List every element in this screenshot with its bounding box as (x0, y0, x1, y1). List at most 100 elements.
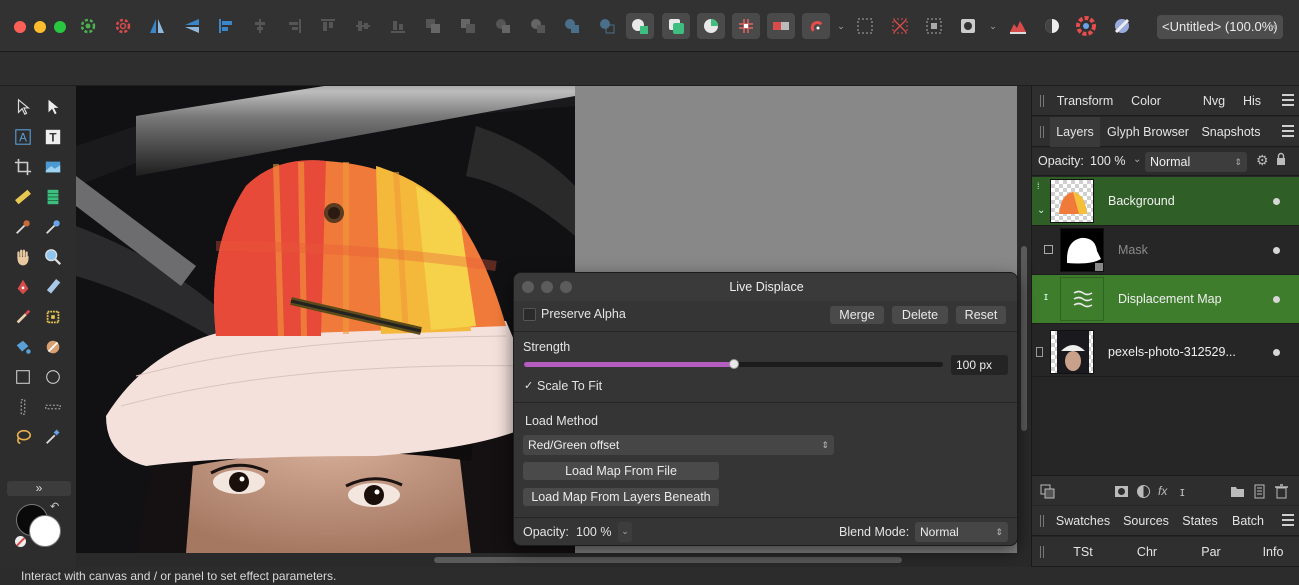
layer-visibility-dot[interactable] (1273, 198, 1280, 205)
flip-horizontal-icon[interactable] (143, 13, 171, 39)
panel-grip-icon[interactable] (1040, 515, 1044, 527)
dialog-opacity-value[interactable]: 100 % (576, 525, 611, 539)
place-image-tool-icon[interactable] (42, 156, 64, 178)
tab-batch[interactable]: Batch (1226, 506, 1270, 536)
close-document-icon[interactable]: × (1269, 15, 1277, 39)
freehand-selection-tool-icon[interactable] (12, 426, 34, 448)
layer-row-background[interactable]: ⁞ ⌄ Background (1032, 177, 1299, 226)
tab-snapshots[interactable]: Snapshots (1196, 117, 1266, 147)
tab-text-styles[interactable]: TSt (1052, 537, 1114, 567)
paint-brush-tool-icon[interactable] (12, 306, 34, 328)
expand-chevron-icon[interactable]: ⌄ (1037, 205, 1045, 216)
snapping-dropdown-icon[interactable]: ⌄ (834, 13, 848, 39)
strength-slider-handle[interactable] (728, 359, 739, 369)
align-top-icon[interactable] (314, 13, 342, 39)
opacity-dropdown-icon[interactable]: ⌄ (1133, 154, 1141, 165)
tab-color[interactable]: Color (1124, 86, 1168, 116)
measure-tool-icon[interactable] (12, 186, 34, 208)
persona-liquify-icon[interactable] (109, 13, 137, 39)
panel-menu-icon[interactable] (1282, 94, 1294, 106)
opacity-value[interactable]: 100 % (1090, 154, 1125, 168)
dialog-close-button[interactable] (522, 281, 534, 293)
secondary-color-swatch[interactable] (29, 515, 61, 547)
tab-character[interactable]: Chr (1118, 537, 1176, 567)
dialog-minimize-button[interactable] (541, 281, 553, 293)
frame-text-tool-icon[interactable]: T (42, 126, 64, 148)
magic-wand-tool-icon[interactable] (42, 426, 64, 448)
align-center-icon[interactable] (246, 13, 274, 39)
load-map-from-layers-button[interactable]: Load Map From Layers Beneath (523, 488, 719, 506)
reset-button[interactable]: Reset (956, 306, 1006, 324)
add-group-icon[interactable] (1230, 484, 1245, 499)
tab-paragraph[interactable]: Par (1182, 537, 1240, 567)
move-tool-icon[interactable] (12, 96, 34, 118)
snapping-magnet-icon[interactable] (802, 13, 830, 39)
ellipse-marquee-tool-icon[interactable] (42, 366, 64, 388)
load-map-from-file-button[interactable]: Load Map From File (523, 462, 719, 480)
row-marquee-tool-icon[interactable] (42, 396, 64, 418)
mask-icon[interactable] (954, 13, 982, 39)
panel-menu-icon[interactable] (1282, 125, 1294, 137)
levels-icon[interactable] (1004, 13, 1032, 39)
zoom-window-button[interactable] (54, 21, 66, 33)
panel-menu-icon[interactable] (1282, 514, 1294, 526)
dialog-blend-mode-select[interactable]: Normal ⇕ (915, 522, 1008, 542)
document-tab[interactable]: <Untitled> (100.0%) × (1157, 15, 1283, 39)
canvas-horizontal-scrollbar[interactable] (76, 553, 1030, 567)
column-marquee-tool-icon[interactable] (12, 396, 34, 418)
artistic-text-tool-icon[interactable]: A (12, 126, 34, 148)
align-middle-icon[interactable] (349, 13, 377, 39)
layer-duplicate-icon[interactable] (1040, 484, 1055, 499)
strength-input[interactable]: 100 px (951, 355, 1008, 375)
assistant-icon[interactable] (1108, 13, 1136, 39)
strength-slider-track[interactable] (524, 359, 943, 369)
align-left-icon[interactable] (212, 13, 240, 39)
minimize-window-button[interactable] (34, 21, 46, 33)
crop-tool-icon[interactable] (12, 156, 34, 178)
panel-grip-icon[interactable] (1040, 126, 1044, 138)
pen-tool-icon[interactable] (12, 276, 34, 298)
retouch-brush-tool-icon[interactable] (42, 336, 64, 358)
white-balance-icon[interactable] (1038, 13, 1066, 39)
layer-visibility-dot[interactable] (1273, 247, 1280, 254)
load-method-select[interactable]: Red/Green offset ⇕ (523, 435, 834, 455)
layer-row-displacement-map[interactable]: ɪ Displacement Map (1032, 275, 1299, 324)
dialog-opacity-dropdown-icon[interactable]: ⌄ (618, 522, 632, 542)
delete-layer-icon[interactable] (1274, 484, 1289, 499)
show-grid-icon[interactable] (767, 13, 795, 39)
swap-colors-icon[interactable]: ↶ (50, 500, 59, 513)
mask-dropdown-icon[interactable]: ⌄ (986, 13, 1000, 39)
persona-photo-icon[interactable] (74, 13, 102, 39)
view-hand-tool-icon[interactable] (12, 246, 34, 268)
arrange-back-icon[interactable] (419, 13, 447, 39)
tab-transform[interactable]: Transform (1052, 86, 1118, 116)
delete-button[interactable]: Delete (892, 306, 948, 324)
selection-mode-icon[interactable] (662, 13, 690, 39)
scale-to-fit-checkmark-icon[interactable]: ✓ (524, 379, 533, 392)
tab-states[interactable]: States (1176, 506, 1224, 536)
preserve-alpha-checkbox[interactable] (523, 308, 536, 321)
dialog-zoom-button[interactable] (560, 281, 572, 293)
no-color-icon[interactable] (15, 536, 26, 547)
boolean-subtract-icon[interactable] (593, 13, 621, 39)
color-picker-tool-icon[interactable] (12, 216, 34, 238)
expand-tools-button[interactable]: » (7, 481, 71, 496)
pixel-tool-icon[interactable] (42, 306, 64, 328)
add-adjustment-icon[interactable] (1136, 484, 1151, 499)
align-right-icon[interactable] (280, 13, 308, 39)
tab-info[interactable]: Info (1246, 537, 1299, 567)
tab-sources[interactable]: Sources (1118, 506, 1174, 536)
rectangle-marquee-tool-icon[interactable] (12, 366, 34, 388)
merge-button[interactable]: Merge (830, 306, 884, 324)
tab-layers[interactable]: Layers (1050, 117, 1100, 147)
boolean-add-icon[interactable] (558, 13, 586, 39)
layer-blend-mode-select[interactable]: Normal ⇕ (1145, 152, 1247, 172)
add-live-filter-icon[interactable]: fx (1158, 484, 1173, 499)
color-wheel-icon[interactable] (1072, 13, 1100, 39)
canvas-vertical-scrollbar[interactable] (1018, 86, 1030, 553)
layer-visibility-dot[interactable] (1273, 349, 1280, 356)
layer-row-mask[interactable]: Mask (1032, 226, 1299, 275)
arrange-forward-icon[interactable] (489, 13, 517, 39)
selection-intersect-icon[interactable] (697, 13, 725, 39)
add-filter-icon[interactable]: ɪ (1180, 484, 1195, 499)
